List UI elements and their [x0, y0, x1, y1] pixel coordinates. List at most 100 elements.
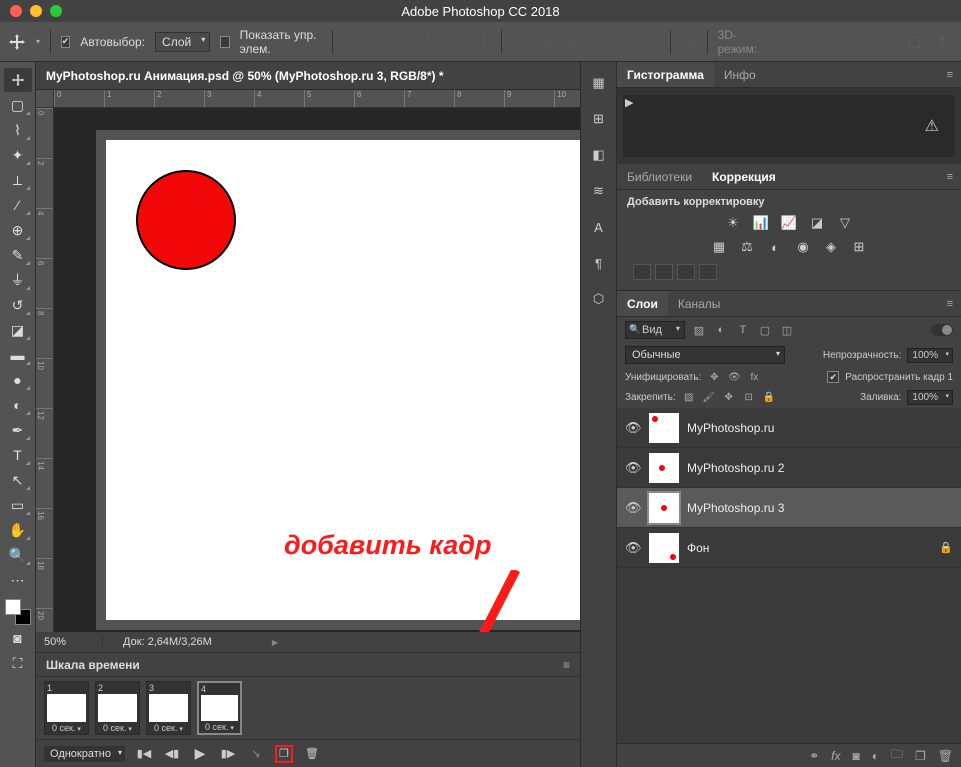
show-controls-checkbox[interactable]: [220, 36, 229, 48]
link-layers-icon[interactable]: ⚭: [809, 749, 819, 763]
frame-delay-dropdown[interactable]: 0 сек.: [147, 722, 190, 734]
blend-mode-dropdown[interactable]: Обычные: [625, 346, 785, 364]
layer-row[interactable]: 👁 MyPhotoshop.ru 2: [617, 448, 961, 488]
curves-icon[interactable]: 📈: [779, 214, 799, 232]
pen-tool[interactable]: ✒: [4, 418, 32, 442]
stamp-tool[interactable]: ⏚: [4, 268, 32, 292]
layer-name[interactable]: Фон: [687, 541, 931, 555]
edit-toolbar-button[interactable]: ⋯: [4, 568, 32, 592]
quick-select-tool[interactable]: ✦: [4, 143, 32, 167]
quickmask-toggle[interactable]: ◙: [4, 626, 32, 650]
color-swatches[interactable]: [5, 599, 31, 625]
histogram-expand-icon[interactable]: ▶: [625, 96, 633, 109]
align-hcenter-icon[interactable]: ⌿: [448, 31, 464, 53]
unify-visibility-icon[interactable]: 👁: [727, 370, 741, 384]
hand-tool[interactable]: ✋: [4, 518, 32, 542]
histogram-tab[interactable]: Гистограмма: [617, 62, 714, 87]
preset-icon[interactable]: [699, 264, 717, 280]
distribute-left-icon[interactable]: ⦀: [591, 31, 607, 53]
preset-icon[interactable]: [677, 264, 695, 280]
vertical-ruler[interactable]: 02468101214161820: [36, 108, 54, 632]
preset-icon[interactable]: [655, 264, 673, 280]
layer-name[interactable]: MyPhotoshop.ru 2: [687, 461, 953, 475]
auto-select-dropdown[interactable]: Слой: [155, 32, 210, 52]
3d-pan-icon[interactable]: ✥: [824, 31, 840, 53]
opacity-input[interactable]: 100%: [907, 348, 953, 363]
group-icon[interactable]: 🗀: [891, 745, 903, 766]
channel-mixer-icon[interactable]: ◈: [821, 238, 841, 256]
tween-button[interactable]: ↘: [247, 745, 265, 763]
styles-panel-icon[interactable]: ≋: [588, 180, 610, 202]
layer-row[interactable]: 👁 Фон 🔒: [617, 528, 961, 568]
layer-filter-dropdown[interactable]: Вид: [625, 321, 685, 339]
unify-position-icon[interactable]: ✥: [707, 370, 721, 384]
visibility-toggle[interactable]: 👁: [625, 540, 641, 556]
foreground-color-swatch[interactable]: [5, 599, 21, 615]
layer-thumbnail[interactable]: [649, 413, 679, 443]
lock-all-icon[interactable]: 🔒: [762, 391, 776, 405]
marquee-tool[interactable]: ▢: [4, 93, 32, 117]
zoom-level[interactable]: 50%: [36, 636, 102, 648]
vibrance-icon[interactable]: ▽: [835, 214, 855, 232]
layer-name[interactable]: MyPhotoshop.ru 3: [687, 501, 953, 515]
channels-tab[interactable]: Каналы: [668, 291, 731, 316]
share-icon[interactable]: ⇧: [931, 31, 953, 53]
info-tab[interactable]: Инфо: [714, 62, 766, 87]
close-window-button[interactable]: [10, 5, 22, 17]
panel-menu-icon[interactable]: ≡: [947, 298, 961, 310]
new-layer-icon[interactable]: ❐: [915, 749, 926, 763]
document-tab[interactable]: MyPhotoshop.ru Анимация.psd @ 50% (MyPho…: [36, 69, 454, 83]
align-left-icon[interactable]: ⎢: [422, 31, 438, 53]
gradient-tool[interactable]: ▬: [4, 343, 32, 367]
character-panel-icon[interactable]: A: [588, 216, 610, 238]
timeline-frame[interactable]: 4 0 сек.: [197, 681, 242, 735]
ruler-origin[interactable]: [36, 90, 54, 108]
distribute-bottom-icon[interactable]: ≡: [564, 31, 580, 53]
layer-thumbnail[interactable]: [649, 453, 679, 483]
delete-layer-icon[interactable]: 🗑: [938, 749, 953, 763]
delete-frame-button[interactable]: 🗑: [303, 745, 321, 763]
3d-roll-icon[interactable]: ◉: [798, 31, 814, 53]
3d-zoom-icon[interactable]: ⤢: [877, 31, 893, 53]
filter-smart-icon[interactable]: ◫: [779, 322, 795, 338]
auto-select-checkbox[interactable]: [61, 36, 71, 48]
prev-frame-button[interactable]: ◀▮: [163, 745, 181, 763]
type-tool[interactable]: T: [4, 443, 32, 467]
search-icon[interactable]: ⬚: [903, 31, 925, 53]
photo-filter-icon[interactable]: ◉: [793, 238, 813, 256]
panel-menu-icon[interactable]: ≡: [947, 171, 961, 183]
distribute-top-icon[interactable]: ≡: [512, 31, 528, 53]
filter-toggle[interactable]: [931, 324, 953, 336]
3d-slide-icon[interactable]: ↔: [850, 31, 866, 53]
timeline-frame[interactable]: 3 0 сек.: [146, 681, 191, 735]
fill-input[interactable]: 100%: [907, 390, 953, 405]
new-frame-button[interactable]: ❐: [275, 745, 293, 763]
layer-row[interactable]: 👁 MyPhotoshop.ru 3: [617, 488, 961, 528]
filter-type-icon[interactable]: T: [735, 322, 751, 338]
healing-tool[interactable]: ⊕: [4, 218, 32, 242]
maximize-window-button[interactable]: [50, 5, 62, 17]
path-select-tool[interactable]: ↖: [4, 468, 32, 492]
preset-icon[interactable]: [633, 264, 651, 280]
align-top-icon[interactable]: ⎴: [343, 31, 359, 53]
layer-thumbnail[interactable]: [649, 493, 679, 523]
first-frame-button[interactable]: ▮◀: [135, 745, 153, 763]
layer-row[interactable]: 👁 MyPhotoshop.ru: [617, 408, 961, 448]
layer-name[interactable]: MyPhotoshop.ru: [687, 421, 953, 435]
visibility-toggle[interactable]: 👁: [625, 420, 641, 436]
eyedropper-tool[interactable]: ⁄: [4, 193, 32, 217]
frame-delay-dropdown[interactable]: 0 сек.: [45, 722, 88, 734]
libraries-tab[interactable]: Библиотеки: [617, 164, 702, 189]
crop-tool[interactable]: ⟂: [4, 168, 32, 192]
lock-artboard-icon[interactable]: ⊡: [742, 391, 756, 405]
align-vcenter-icon[interactable]: ⌿: [369, 31, 385, 53]
loop-dropdown[interactable]: Однократно: [44, 746, 125, 762]
propagate-checkbox[interactable]: [827, 371, 839, 383]
shape-tool[interactable]: ▭: [4, 493, 32, 517]
eraser-tool[interactable]: ◪: [4, 318, 32, 342]
move-tool-icon[interactable]: [8, 30, 26, 54]
3d-orbit-icon[interactable]: ⟳: [771, 31, 787, 53]
brightness-icon[interactable]: ☀: [723, 214, 743, 232]
panel-menu-icon[interactable]: ≡: [947, 69, 961, 81]
layers-tab[interactable]: Слои: [617, 291, 668, 316]
